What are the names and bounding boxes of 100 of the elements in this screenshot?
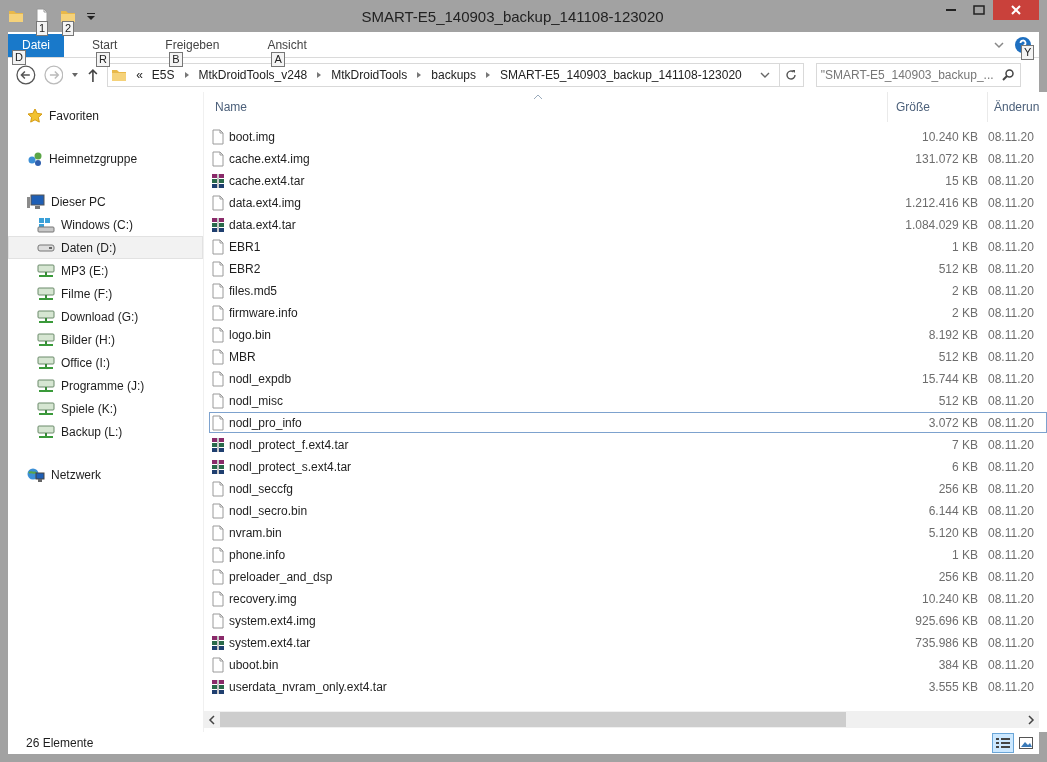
file-size: 256 KB: [937, 569, 979, 584]
file-name: logo.bin: [229, 327, 272, 342]
file-date: 08.11.20: [988, 371, 1035, 386]
file-icon: [210, 282, 226, 299]
sidebar-item[interactable]: Bilder (H:): [8, 328, 203, 351]
breadcrumb[interactable]: E5S: [151, 68, 175, 82]
file-row[interactable]: cache.ext4.img 131.072 KB 08.11.20: [209, 148, 1047, 169]
column-header[interactable]: Änderun: [987, 92, 1047, 122]
file-date: 08.11.20: [988, 151, 1035, 166]
details-view-button[interactable]: [992, 733, 1014, 753]
chevron-icon[interactable]: [316, 71, 323, 79]
dropdown-icon[interactable]: [759, 71, 770, 79]
file-row[interactable]: MBR 512 KB 08.11.20: [209, 346, 1047, 367]
file-row[interactable]: nodl_seccfg 256 KB 08.11.20: [209, 478, 1047, 499]
sidebar-item[interactable]: Windows (C:): [8, 213, 203, 236]
back-icon[interactable]: [16, 65, 36, 85]
file-row[interactable]: boot.img 10.240 KB 08.11.20: [209, 126, 1047, 147]
file-name: EBR1: [229, 239, 261, 254]
file-row[interactable]: userdata_nvram_only.ext4.tar 3.555 KB 08.11.20: [209, 676, 1047, 697]
details-view-icon: [996, 737, 1010, 749]
key-tip: 1: [36, 21, 49, 36]
file-size: 1 KB: [951, 547, 979, 562]
sidebar-item[interactable]: Favoriten: [8, 104, 203, 127]
file-row[interactable]: recovery.img 10.240 KB 08.11.20: [209, 588, 1047, 609]
file-icon: [210, 348, 226, 365]
sidebar-item[interactable]: Backup (L:): [8, 420, 203, 443]
file-date: 08.11.20: [988, 481, 1035, 496]
file-icon: [210, 612, 226, 629]
file-row[interactable]: nodl_secro.bin 6.144 KB 08.11.20: [209, 500, 1047, 521]
network-drive-icon: [37, 354, 55, 371]
expand-ribbon-icon[interactable]: [993, 39, 1005, 50]
file-row[interactable]: EBR1 1 KB 08.11.20: [209, 236, 1047, 257]
file-row[interactable]: nodl_protect_f.ext4.tar 7 KB 08.11.20: [209, 434, 1047, 455]
sidebar-item[interactable]: Spiele (K:): [8, 397, 203, 420]
file-name: nodl_protect_s.ext4.tar: [229, 459, 352, 474]
sidebar-item[interactable]: Office (I:): [8, 351, 203, 374]
scroll-left-icon[interactable]: [208, 714, 216, 725]
file-row[interactable]: nvram.bin 5.120 KB 08.11.20: [209, 522, 1047, 543]
file-name: files.md5: [229, 283, 278, 298]
folder-icon[interactable]: [60, 8, 76, 24]
file-name: uboot.bin: [229, 657, 279, 672]
file-row[interactable]: EBR2 512 KB 08.11.20: [209, 258, 1047, 279]
dropdown-icon[interactable]: [71, 71, 80, 79]
file-date: 08.11.20: [988, 503, 1035, 518]
chevron-icon[interactable]: [416, 71, 423, 79]
file-row[interactable]: system.ext4.img 925.696 KB 08.11.20: [209, 610, 1047, 631]
breadcrumb[interactable]: MtkDroidTools_v248: [198, 68, 308, 82]
sidebar-item[interactable]: MP3 (E:): [8, 259, 203, 282]
chevron-icon[interactable]: [485, 71, 491, 79]
sidebar-item[interactable]: Download (G:): [8, 305, 203, 328]
file-row[interactable]: nodl_pro_info 3.072 KB 08.11.20: [209, 412, 1047, 433]
file-row[interactable]: preloader_and_dsp 256 KB 08.11.20: [209, 566, 1047, 587]
file-icon: [210, 590, 226, 607]
file-name: nodl_seccfg: [229, 481, 294, 496]
breadcrumb[interactable]: SMART-E5_140903_backup_141108-123020: [500, 68, 742, 82]
file-size: 512 KB: [937, 261, 979, 276]
file-size: 5.120 KB: [927, 525, 979, 540]
scroll-right-icon[interactable]: [1027, 714, 1035, 725]
network-drive-icon: [37, 423, 55, 440]
sidebar-item[interactable]: Heimnetzgruppe: [8, 147, 203, 170]
chevron-icon[interactable]: [183, 71, 190, 79]
column-header[interactable]: Name: [215, 92, 887, 122]
address-bar[interactable]: « E5S MtkDroidTools_v248 MtkDroidTools backups SMART-E5_140903_backup_141108-123020: [107, 63, 804, 87]
file-date: 08.11.20: [988, 569, 1035, 584]
file-icon: [210, 260, 226, 277]
file-row[interactable]: cache.ext4.tar 15 KB 08.11.20: [209, 170, 1047, 191]
file-row[interactable]: nodl_misc 512 KB 08.11.20: [209, 390, 1047, 411]
search-field[interactable]: "SMART-E5_140903_backup_...: [815, 63, 1021, 87]
file-row[interactable]: nodl_expdb 15.744 KB 08.11.20: [209, 368, 1047, 389]
file-size: 256 KB: [937, 481, 979, 496]
up-arrow-icon[interactable]: [87, 67, 100, 83]
breadcrumb[interactable]: MtkDroidTools: [331, 68, 408, 82]
file-row[interactable]: data.ext4.tar 1.084.029 KB 08.11.20: [209, 214, 1047, 235]
file-icon: [210, 304, 226, 321]
file-icon: [210, 194, 226, 211]
sidebar-item[interactable]: Filme (F:): [8, 282, 203, 305]
drive-icon: [37, 243, 55, 252]
file-row[interactable]: system.ext4.tar 735.986 KB 08.11.20: [209, 632, 1047, 653]
file-size: 6 KB: [951, 459, 979, 474]
breadcrumb[interactable]: backups: [431, 68, 476, 82]
file-row[interactable]: files.md5 2 KB 08.11.20: [209, 280, 1047, 301]
file-row[interactable]: data.ext4.img 1.212.416 KB 08.11.20: [209, 192, 1047, 213]
column-header[interactable]: Größe: [887, 92, 987, 122]
large-icons-view-icon: [1019, 737, 1033, 749]
file-row[interactable]: nodl_protect_s.ext4.tar 6 KB 08.11.20: [209, 456, 1047, 477]
sidebar-item[interactable]: Dieser PC: [8, 190, 203, 213]
file-row[interactable]: logo.bin 8.192 KB 08.11.20: [209, 324, 1047, 345]
sidebar-item[interactable]: Daten (D:): [8, 236, 203, 259]
file-row[interactable]: firmware.info 2 KB 08.11.20: [209, 302, 1047, 323]
file-row[interactable]: uboot.bin 384 KB 08.11.20: [209, 654, 1047, 675]
file-name: nodl_expdb: [229, 371, 292, 386]
close-button[interactable]: [993, 0, 1039, 20]
overflow-chevron[interactable]: «: [136, 68, 143, 82]
network-icon: [27, 466, 45, 483]
file-row[interactable]: phone.info 1 KB 08.11.20: [209, 544, 1047, 565]
file-size: 735.986 KB: [914, 635, 979, 650]
sidebar-item[interactable]: Netzwerk: [8, 463, 203, 486]
scrollbar-thumb[interactable]: [220, 712, 847, 727]
file-size: 15 KB: [944, 173, 979, 188]
sidebar-item[interactable]: Programme (J:): [8, 374, 203, 397]
